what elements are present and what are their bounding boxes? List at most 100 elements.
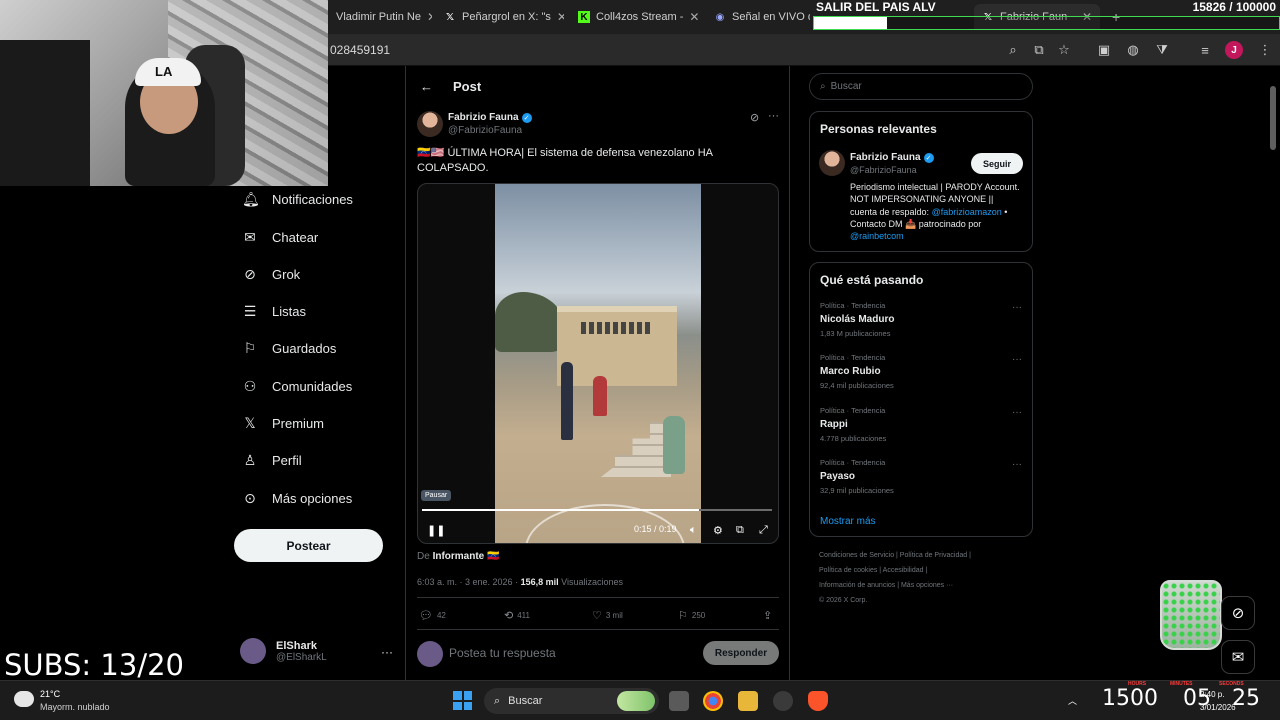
webcam-overlay: LA xyxy=(0,0,328,186)
close-icon[interactable]: ✕ xyxy=(689,10,699,24)
cloud-icon[interactable] xyxy=(14,691,34,707)
stream-title-overlay: SALIR DEL PAIS ALV xyxy=(816,0,936,14)
nav-chat[interactable]: ✉ Chatear xyxy=(242,222,318,252)
more-options-icon[interactable]: ··· xyxy=(1012,407,1022,418)
close-icon[interactable]: ✕ xyxy=(427,10,432,24)
nav-more-options[interactable]: ⊙ Más opciones xyxy=(242,483,352,513)
bookmark-icon: ⚐ xyxy=(678,610,688,622)
nav-premium[interactable]: 𝕏 Premium xyxy=(242,408,324,438)
footer-line[interactable]: Condiciones de Servicio | Política de Pr… xyxy=(819,548,1009,563)
weather-description[interactable]: Mayorm. nublado xyxy=(40,702,110,712)
more-options-icon[interactable]: ··· xyxy=(768,110,779,122)
goal-progress-fill xyxy=(814,17,888,29)
pause-icon[interactable]: ❚❚ xyxy=(427,523,445,537)
nav-communities[interactable]: ⚇ Comunidades xyxy=(242,371,353,401)
pip-icon[interactable]: ⧉ xyxy=(736,523,744,537)
zoom-icon[interactable]: ⌕ xyxy=(1004,41,1022,59)
playlist-icon[interactable]: ≡ xyxy=(1196,41,1214,59)
account-switcher[interactable]: ElShark @ElSharkL xyxy=(240,638,327,664)
bio-link[interactable]: @rainbetcom xyxy=(850,231,904,241)
nav-grok[interactable]: ⊘ Grok xyxy=(242,259,300,289)
messages-float-button[interactable]: ✉ xyxy=(1221,640,1255,674)
reply-input[interactable]: Postea tu respuesta xyxy=(449,646,556,660)
wallet-icon[interactable]: ▣ xyxy=(1095,41,1113,59)
show-more-link[interactable]: Mostrar más xyxy=(820,516,876,527)
video-scene-building xyxy=(557,306,677,386)
task-view-icon[interactable] xyxy=(669,691,689,711)
browser-tab[interactable]: Vladimir Putin Ne ✕ xyxy=(328,4,432,30)
more-options-icon[interactable]: ··· xyxy=(1012,302,1022,313)
settings-gear-icon[interactable]: ⚙ xyxy=(713,523,723,537)
bookmark-action[interactable]: ⚐ 250 xyxy=(678,609,705,622)
obs-icon[interactable] xyxy=(773,691,793,711)
trend-item[interactable]: Política · Tendencia Nicolás Maduro 1,83… xyxy=(820,301,1020,338)
post-text: 🇻🇪🇺🇸 ÚLTIMA HORA| El sistema de defensa … xyxy=(417,147,713,174)
file-explorer-icon[interactable] xyxy=(738,691,758,711)
timer-hours-label: HOURS xyxy=(1128,681,1147,687)
brave-icon[interactable] xyxy=(808,691,828,711)
source-name[interactable]: Informante 🇻🇪 xyxy=(433,551,500,562)
grok-icon[interactable]: ⊘ xyxy=(750,111,759,124)
grok-float-button[interactable]: ⊘ xyxy=(1221,596,1255,630)
repost-action[interactable]: ⟲ 411 xyxy=(504,609,530,622)
extensions-icon[interactable]: ⧩ xyxy=(1153,41,1171,59)
relevant-avatar[interactable] xyxy=(819,150,845,176)
account-name: ElShark xyxy=(276,639,317,652)
share-action[interactable]: ⇪ xyxy=(763,609,772,622)
nav-lists[interactable]: ☰ Listas xyxy=(242,296,306,326)
search-input[interactable]: ⌕ Buscar xyxy=(809,73,1033,100)
chevron-up-icon[interactable]: ︿ xyxy=(1068,694,1077,707)
follow-button[interactable]: Seguir xyxy=(971,153,1023,174)
clock-time[interactable]: 2:40 p. xyxy=(1200,690,1224,699)
browser-tab[interactable]: ◉ Señal en VIVO de xyxy=(706,4,810,30)
taskbar-search[interactable]: ⌕ Buscar xyxy=(484,688,659,714)
reply-action[interactable]: 💬︎ 42 xyxy=(419,609,446,622)
video-player[interactable]: Pausar ❚❚ 0:15 / 0:19 🔈︎ ⚙ ⧉ ⤢ xyxy=(417,183,779,544)
fullscreen-icon[interactable]: ⤢ xyxy=(759,523,768,537)
menu-icon[interactable]: ⋮ xyxy=(1256,41,1274,59)
video-scene-person xyxy=(663,416,685,474)
chrome-icon[interactable] xyxy=(703,691,723,711)
relevant-handle[interactable]: @FabrizioFauna xyxy=(850,165,917,175)
more-options-icon[interactable]: ··· xyxy=(1012,354,1022,365)
windows-start-icon[interactable] xyxy=(453,691,472,710)
weather-temperature[interactable]: 21°C xyxy=(40,689,60,699)
profile-avatar[interactable]: J xyxy=(1225,41,1243,59)
install-app-icon[interactable]: ⧉ xyxy=(1030,41,1048,59)
kick-logo-icon: K xyxy=(578,11,590,23)
bio-link[interactable]: @fabrizioamazon xyxy=(932,207,1002,217)
video-progress-bar[interactable] xyxy=(422,509,772,511)
back-arrow-icon[interactable]: ← xyxy=(420,79,433,94)
scrollbar-thumb[interactable] xyxy=(1270,86,1276,150)
nav-notifications[interactable]: 🔔︎ Notificaciones xyxy=(242,184,353,214)
source-prefix: De xyxy=(417,551,430,562)
trend-item[interactable]: Política · Tendencia Rappi 4.778 publica… xyxy=(820,406,1020,443)
author-handle[interactable]: @FabrizioFauna xyxy=(448,125,522,136)
author-name-row[interactable]: Fabrizio Fauna ✓ xyxy=(448,112,532,123)
author-avatar[interactable] xyxy=(417,111,443,137)
browser-tab[interactable]: 𝕏 Peñargrol en X: "s ✕ xyxy=(436,4,564,30)
trend-category: Política · Tendencia xyxy=(820,301,886,310)
reply-button[interactable]: Responder xyxy=(703,641,779,665)
close-icon[interactable]: ✕ xyxy=(557,10,564,24)
account-more-icon[interactable]: ··· xyxy=(381,645,393,659)
trend-item[interactable]: Política · Tendencia Marco Rubio 92,4 mi… xyxy=(820,353,1020,390)
footer-line[interactable]: Información de anuncios | Más opciones ·… xyxy=(819,578,1009,593)
nav-bookmarks[interactable]: ⚐ Guardados xyxy=(242,333,337,363)
clock-date[interactable]: 3/01/2026 xyxy=(1200,703,1236,712)
nav-profile[interactable]: ♙ Perfil xyxy=(242,445,302,475)
volume-icon[interactable]: 🔈︎ xyxy=(690,523,697,537)
trend-item[interactable]: Política · Tendencia Payaso 32,9 mil pub… xyxy=(820,458,1020,495)
url-text[interactable]: 028459191 xyxy=(330,43,390,57)
more-options-icon[interactable]: ··· xyxy=(1012,459,1022,470)
star-icon[interactable]: ☆ xyxy=(1055,41,1073,59)
post-timestamp[interactable]: 6:03 a. m. · 3 ene. 2026 · xyxy=(417,577,521,587)
relevant-name-row[interactable]: Fabrizio Fauna ✓ xyxy=(850,152,934,163)
post-button[interactable]: Postear xyxy=(234,529,383,562)
vpn-icon[interactable]: ◍ xyxy=(1124,41,1142,59)
like-action[interactable]: ♡ 3 mil xyxy=(592,609,623,622)
browser-tab[interactable]: K Coll4zos Stream - ✕ xyxy=(570,4,702,30)
page-scrollbar[interactable] xyxy=(1269,70,1277,680)
video-frame[interactable] xyxy=(495,184,701,543)
footer-line[interactable]: Política de cookies | Accesibilidad | xyxy=(819,563,1009,578)
